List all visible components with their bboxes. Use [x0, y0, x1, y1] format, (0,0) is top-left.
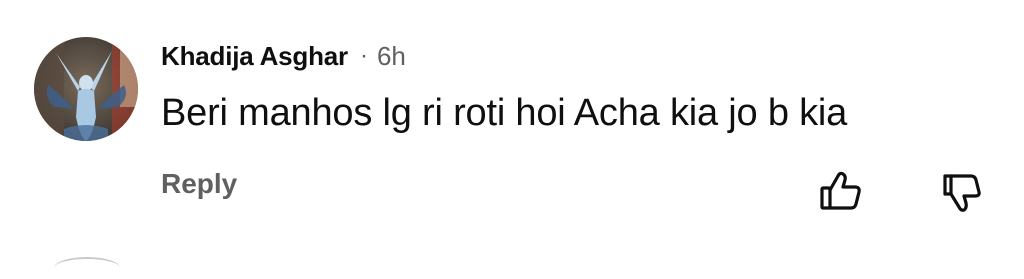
avatar[interactable] — [34, 37, 138, 141]
reply-button[interactable]: Reply — [161, 168, 237, 200]
like-button[interactable] — [815, 168, 865, 214]
comment-text: Beri manhos lg ri roti hoi Acha kia jo b… — [161, 92, 848, 134]
next-comment-avatar — [54, 257, 120, 279]
author-name[interactable]: Khadija Asghar — [161, 41, 348, 72]
thumbs-up-icon — [820, 171, 861, 210]
comment-time: 6h — [376, 40, 406, 71]
avatar-image — [34, 37, 138, 141]
thumbs-down-icon — [943, 174, 981, 212]
separator-dot: · — [359, 42, 368, 69]
dislike-button[interactable] — [937, 168, 987, 214]
comment-header: Khadija Asghar · 6h — [161, 36, 406, 76]
comment-item: Khadija Asghar · 6h Beri manhos lg ri ro… — [0, 0, 1024, 262]
